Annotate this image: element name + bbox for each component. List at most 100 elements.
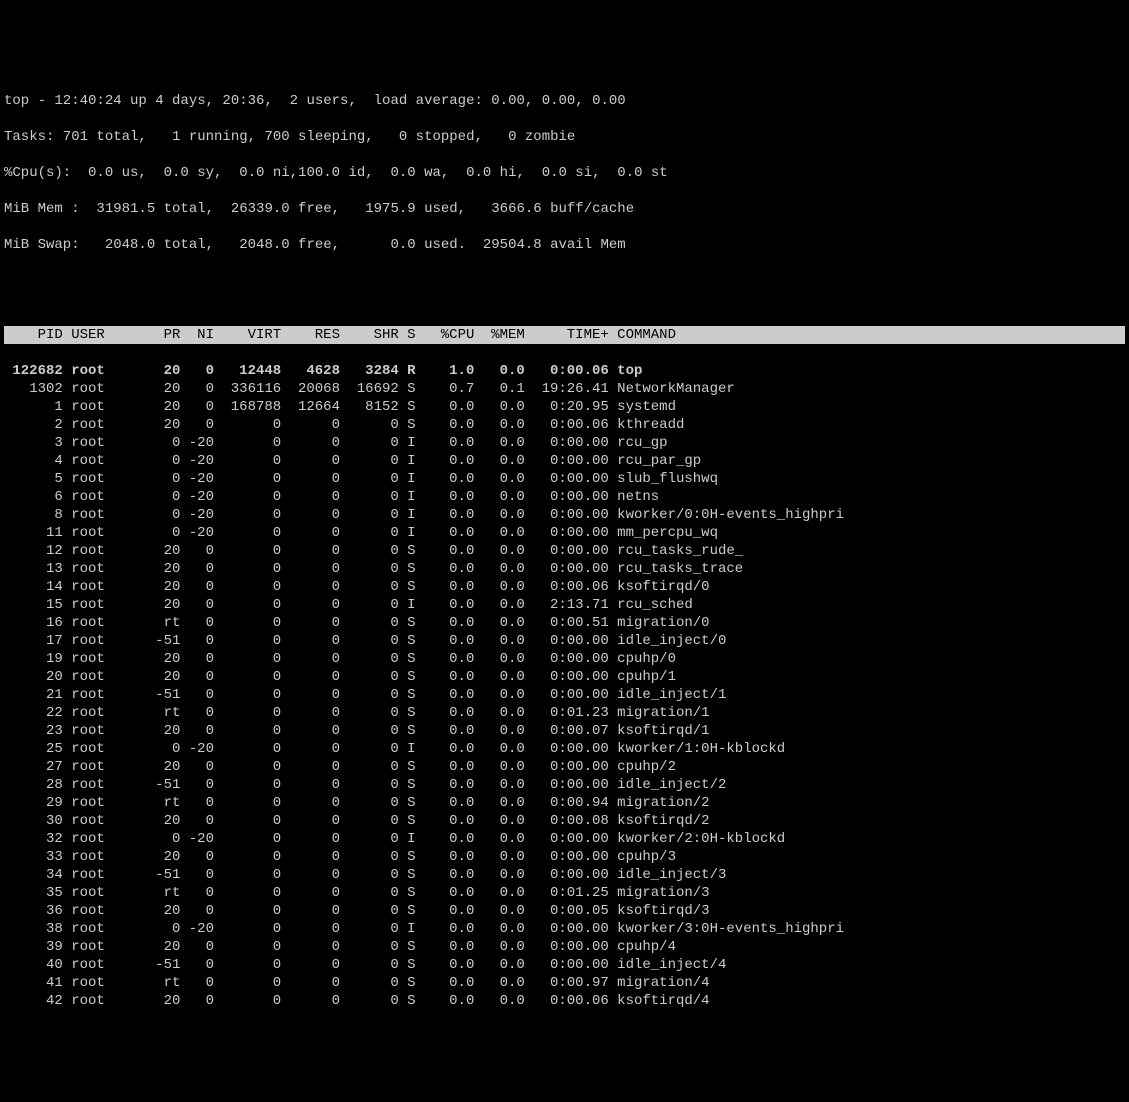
process-row[interactable]: 12root200000S0.00.00:00.00rcu_tasks_rude… <box>4 542 1125 560</box>
cell-s: S <box>407 722 424 740</box>
col-time[interactable]: TIME+ <box>525 326 609 344</box>
process-row[interactable]: 17root-510000S0.00.00:00.00idle_inject/0 <box>4 632 1125 650</box>
process-row[interactable]: 22rootrt0000S0.00.00:01.23migration/1 <box>4 704 1125 722</box>
cell-pid: 34 <box>4 866 63 884</box>
cell-ni: 0 <box>180 704 214 722</box>
process-row[interactable]: 38root0-20000I0.00.00:00.00kworker/3:0H-… <box>4 920 1125 938</box>
process-row[interactable]: 1302root2003361162006816692S0.70.119:26.… <box>4 380 1125 398</box>
process-row[interactable]: 40root-510000S0.00.00:00.00idle_inject/4 <box>4 956 1125 974</box>
process-row[interactable]: 28root-510000S0.00.00:00.00idle_inject/2 <box>4 776 1125 794</box>
process-row[interactable]: 41rootrt0000S0.00.00:00.97migration/4 <box>4 974 1125 992</box>
cell-pid: 1302 <box>4 380 63 398</box>
process-row[interactable]: 4root0-20000I0.00.00:00.00rcu_par_gp <box>4 452 1125 470</box>
cell-shr: 0 <box>340 722 399 740</box>
col-ni[interactable]: NI <box>180 326 214 344</box>
process-row[interactable]: 35rootrt0000S0.00.00:01.25migration/3 <box>4 884 1125 902</box>
cell-time: 0:00.05 <box>525 902 609 920</box>
cell-virt: 0 <box>214 578 281 596</box>
cell-time: 0:00.00 <box>525 542 609 560</box>
cell-res: 0 <box>281 416 340 434</box>
cell-mem: 0.0 <box>474 866 524 884</box>
process-row[interactable]: 8root0-20000I0.00.00:00.00kworker/0:0H-e… <box>4 506 1125 524</box>
process-row[interactable]: 122682root2001244846283284R1.00.00:00.06… <box>4 362 1125 380</box>
process-row[interactable]: 42root200000S0.00.00:00.06ksoftirqd/4 <box>4 992 1125 1010</box>
col-pr[interactable]: PR <box>147 326 181 344</box>
cell-shr: 0 <box>340 488 399 506</box>
cell-cmd: cpuhp/3 <box>609 848 676 866</box>
process-row[interactable]: 30root200000S0.00.00:00.08ksoftirqd/2 <box>4 812 1125 830</box>
col-cpu[interactable]: %CPU <box>424 326 474 344</box>
cell-s: S <box>407 794 424 812</box>
cell-pr: 20 <box>147 812 181 830</box>
process-row[interactable]: 21root-510000S0.00.00:00.00idle_inject/1 <box>4 686 1125 704</box>
cell-time: 0:00.06 <box>525 416 609 434</box>
cell-pr: -51 <box>147 686 181 704</box>
process-row[interactable]: 36root200000S0.00.00:00.05ksoftirqd/3 <box>4 902 1125 920</box>
process-row[interactable]: 20root200000S0.00.00:00.00cpuhp/1 <box>4 668 1125 686</box>
process-row[interactable]: 6root0-20000I0.00.00:00.00netns <box>4 488 1125 506</box>
process-row[interactable]: 5root0-20000I0.00.00:00.00slub_flushwq <box>4 470 1125 488</box>
cell-mem: 0.0 <box>474 722 524 740</box>
cell-user: root <box>71 506 147 524</box>
cell-cmd: migration/1 <box>609 704 710 722</box>
cell-cpu: 0.0 <box>424 776 474 794</box>
cell-mem: 0.0 <box>474 686 524 704</box>
cell-ni: 0 <box>180 578 214 596</box>
cell-user: root <box>71 686 147 704</box>
cell-s: I <box>407 452 424 470</box>
cell-mem: 0.0 <box>474 524 524 542</box>
process-row[interactable]: 2root200000S0.00.00:00.06kthreadd <box>4 416 1125 434</box>
col-s[interactable]: S <box>407 326 424 344</box>
cell-shr: 0 <box>340 866 399 884</box>
cell-mem: 0.0 <box>474 506 524 524</box>
cell-ni: 0 <box>180 686 214 704</box>
process-row[interactable]: 11root0-20000I0.00.00:00.00mm_percpu_wq <box>4 524 1125 542</box>
process-row[interactable]: 13root200000S0.00.00:00.00rcu_tasks_trac… <box>4 560 1125 578</box>
cell-ni: -20 <box>180 830 214 848</box>
process-row[interactable]: 3root0-20000I0.00.00:00.00rcu_gp <box>4 434 1125 452</box>
process-row[interactable]: 39root200000S0.00.00:00.00cpuhp/4 <box>4 938 1125 956</box>
cell-ni: 0 <box>180 542 214 560</box>
process-row[interactable]: 15root200000I0.00.02:13.71rcu_sched <box>4 596 1125 614</box>
process-row[interactable]: 23root200000S0.00.00:00.07ksoftirqd/1 <box>4 722 1125 740</box>
summary-line-swap: MiB Swap: 2048.0 total, 2048.0 free, 0.0… <box>4 236 1125 254</box>
col-user[interactable]: USER <box>71 326 147 344</box>
cell-shr: 0 <box>340 830 399 848</box>
cell-s: S <box>407 758 424 776</box>
cell-shr: 0 <box>340 920 399 938</box>
process-row[interactable]: 25root0-20000I0.00.00:00.00kworker/1:0H-… <box>4 740 1125 758</box>
cell-mem: 0.0 <box>474 362 524 380</box>
cell-time: 0:00.00 <box>525 668 609 686</box>
cell-pr: 0 <box>147 740 181 758</box>
cell-shr: 3284 <box>340 362 399 380</box>
cell-s: S <box>407 866 424 884</box>
cell-pid: 33 <box>4 848 63 866</box>
cell-s: I <box>407 434 424 452</box>
cell-res: 0 <box>281 884 340 902</box>
cell-res: 0 <box>281 506 340 524</box>
cell-s: S <box>407 542 424 560</box>
process-row[interactable]: 1root200168788126648152S0.00.00:20.95sys… <box>4 398 1125 416</box>
process-row[interactable]: 19root200000S0.00.00:00.00cpuhp/0 <box>4 650 1125 668</box>
process-row[interactable]: 29rootrt0000S0.00.00:00.94migration/2 <box>4 794 1125 812</box>
process-row[interactable]: 34root-510000S0.00.00:00.00idle_inject/3 <box>4 866 1125 884</box>
col-res[interactable]: RES <box>281 326 340 344</box>
col-shr[interactable]: SHR <box>340 326 399 344</box>
process-row[interactable]: 27root200000S0.00.00:00.00cpuhp/2 <box>4 758 1125 776</box>
process-row[interactable]: 32root0-20000I0.00.00:00.00kworker/2:0H-… <box>4 830 1125 848</box>
cell-time: 0:00.00 <box>525 470 609 488</box>
col-cmd[interactable]: COMMAND <box>609 326 676 344</box>
cell-mem: 0.0 <box>474 956 524 974</box>
process-row[interactable]: 14root200000S0.00.00:00.06ksoftirqd/0 <box>4 578 1125 596</box>
process-row[interactable]: 33root200000S0.00.00:00.00cpuhp/3 <box>4 848 1125 866</box>
process-table-header[interactable]: PID USERPRNIVIRTRESSHR S%CPU%MEMTIME+COMMA… <box>4 326 1125 344</box>
process-row[interactable]: 16rootrt0000S0.00.00:00.51migration/0 <box>4 614 1125 632</box>
cell-pid: 30 <box>4 812 63 830</box>
cell-ni: 0 <box>180 938 214 956</box>
col-pid[interactable]: PID <box>4 326 63 344</box>
col-virt[interactable]: VIRT <box>214 326 281 344</box>
col-mem[interactable]: %MEM <box>474 326 524 344</box>
cell-res: 0 <box>281 560 340 578</box>
cell-user: root <box>71 524 147 542</box>
cell-time: 0:00.00 <box>525 956 609 974</box>
